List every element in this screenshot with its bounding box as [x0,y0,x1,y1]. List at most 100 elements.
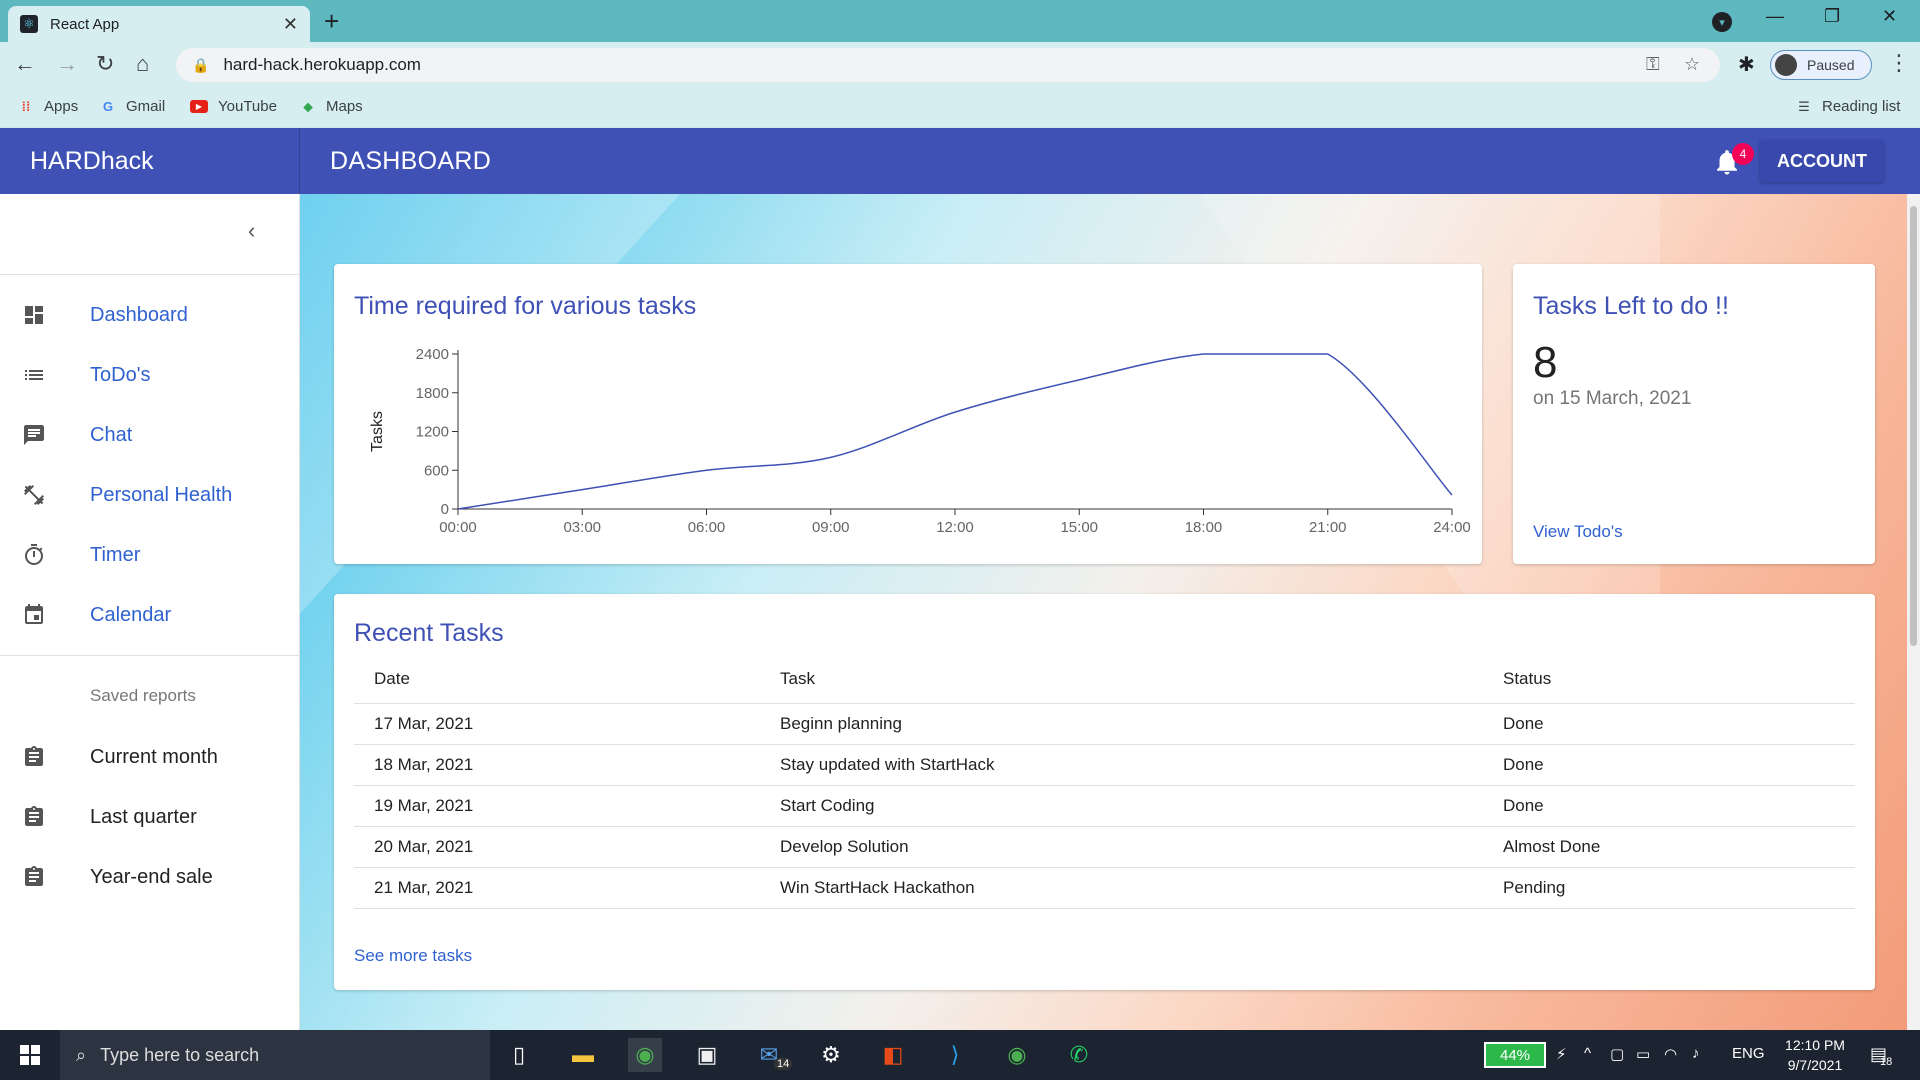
task-view-icon[interactable]: ▯ [502,1038,536,1072]
report-year-end-sale[interactable]: Year-end sale [0,851,300,903]
lock-icon: 🔒 [192,56,210,73]
cell-date: 17 Mar, 2021 [374,714,474,733]
apps-grid-icon: ⁞⁞ [21,99,31,114]
vscode-icon[interactable]: ⟩ [938,1038,972,1072]
back-icon[interactable]: ← [14,51,36,77]
cell-status: Pending [1503,878,1566,897]
bookmark-youtube[interactable]: ▶ YouTube [190,98,277,115]
y-tick-label: 0 [441,501,449,518]
tab-close-icon[interactable]: ✕ [283,14,298,35]
maps-pin-icon: ⬥ [303,98,313,114]
sidebar-item-personal-health[interactable]: Personal Health [0,469,300,521]
sidebar-item-label: Calendar [90,603,172,626]
x-tick-label: 21:00 [1309,519,1347,536]
sidebar-item-todos[interactable]: ToDo's [0,349,300,401]
profile-button[interactable]: Paused [1770,50,1872,80]
office-icon[interactable]: ◧ [876,1038,910,1072]
x-tick-label: 06:00 [688,519,726,536]
bookmarks-bar: ⁞⁞ Apps G Gmail ▶ YouTube ⬥ Maps ☰ Readi… [0,88,1920,128]
account-button[interactable]: ACCOUNT [1760,140,1884,182]
close-window-icon[interactable]: ✕ [1882,6,1897,27]
forward-icon[interactable]: → [56,51,78,77]
page-title: DASHBOARD [330,146,492,175]
tasks-left-date: on 15 March, 2021 [1533,388,1692,409]
url-text: hard-hack.herokuapp.com [223,55,421,74]
language-indicator[interactable]: ENG [1732,1045,1765,1062]
see-more-tasks-link[interactable]: See more tasks [354,946,472,966]
meet-now-icon[interactable]: ▢ [1610,1045,1624,1063]
report-current-month[interactable]: Current month [0,731,300,783]
google-icon: G [102,99,114,114]
clock-date: 9/7/2021 [1787,1057,1843,1073]
browser-tab[interactable]: ⚛ React App ✕ [8,6,310,42]
minimize-icon[interactable]: — [1766,6,1784,27]
new-tab-icon[interactable]: + [324,6,339,37]
cell-task: Start Coding [780,796,875,815]
x-tick-label: 00:00 [439,519,477,536]
cell-date: 18 Mar, 2021 [374,755,474,774]
cell-task: Beginn planning [780,714,902,733]
whatsapp-icon[interactable]: ✆ [1062,1038,1096,1072]
reload-icon[interactable]: ↻ [96,51,114,77]
bookmark-maps[interactable]: ⬥ Maps [300,98,362,115]
view-todos-link[interactable]: View Todo's [1533,522,1623,542]
collapse-sidebar-chevron-left-icon[interactable]: ‹ [248,218,255,244]
table-row: 18 Mar, 2021 Stay updated with StartHack… [354,745,1855,786]
windows-taskbar: ⌕ Type here to search ▯ ▬ ◉ ▣ ✉ 14 ⚙ ◧ ⟩… [0,1030,1920,1080]
scrollbar-thumb[interactable] [1910,206,1917,646]
browser-menu-icon[interactable]: ⋮ [1888,50,1910,76]
cell-status: Done [1503,796,1544,815]
system-clock[interactable]: 12:10 PM 9/7/2021 [1780,1035,1850,1075]
cell-status: Done [1503,755,1544,774]
cell-date: 21 Mar, 2021 [374,878,474,897]
extensions-icon[interactable]: ✱ [1738,52,1755,77]
file-explorer-icon[interactable]: ▬ [566,1038,600,1072]
bookmark-apps[interactable]: ⁞⁞ Apps [18,98,79,115]
address-bar[interactable]: 🔒 hard-hack.herokuapp.com ⚿ ☆ [176,48,1720,82]
tab-title: React App [50,15,120,33]
tasks-left-count: 8 [1533,338,1558,387]
reading-list-icon: ☰ [1798,98,1810,114]
tasks-left-title: Tasks Left to do !! [1533,292,1729,320]
x-tick-label: 12:00 [936,519,974,536]
bookmark-star-icon[interactable]: ☆ [1684,54,1700,75]
volume-icon[interactable]: ♪ [1692,1045,1700,1062]
timer-icon [0,543,90,567]
sidebar-item-dashboard[interactable]: Dashboard [0,289,300,341]
wifi-icon[interactable]: ◠ [1664,1045,1677,1063]
restore-icon[interactable]: ❐ [1824,6,1840,27]
tab-search-icon[interactable]: ▾ [1712,12,1732,32]
fitness-icon [0,483,90,507]
x-tick-label: 09:00 [812,519,850,536]
chrome-profile-icon[interactable]: ◉ [1000,1038,1034,1072]
report-last-quarter[interactable]: Last quarter [0,791,300,843]
password-key-icon[interactable]: ⚿ [1646,54,1660,75]
sidebar-item-label: Chat [90,423,133,446]
sidebar-item-chat[interactable]: Chat [0,409,300,461]
battery-tray-icon[interactable]: ▭ [1636,1045,1650,1063]
chat-icon [0,423,90,447]
sidebar-item-calendar[interactable]: Calendar [0,589,300,641]
windows-start-icon[interactable] [0,1030,60,1080]
reading-list-button[interactable]: ☰ Reading list [1796,98,1900,115]
bookmark-gmail[interactable]: G Gmail [100,98,165,115]
sidebar-item-timer[interactable]: Timer [0,529,300,581]
store-icon[interactable]: ▣ [690,1038,724,1072]
tray-chevron-up-icon[interactable]: ^ [1584,1045,1591,1062]
clipboard-icon [0,805,90,829]
react-favicon-icon: ⚛ [20,15,38,33]
report-label: Last quarter [90,805,197,828]
notification-badge: 4 [1732,143,1754,165]
battery-indicator[interactable]: 44% [1484,1042,1546,1068]
reading-list-label: Reading list [1822,98,1901,115]
settings-gear-icon[interactable]: ⚙ [814,1038,848,1072]
page-scrollbar[interactable] [1907,194,1920,1030]
cell-date: 20 Mar, 2021 [374,837,474,856]
y-axis-label: Tasks [369,411,386,452]
saved-reports-heading: Saved reports [90,686,196,705]
taskbar-search-box[interactable]: ⌕ Type here to search [60,1030,490,1080]
home-icon[interactable]: ⌂ [136,51,149,77]
chrome-icon[interactable]: ◉ [628,1038,662,1072]
recent-tasks-card: Recent Tasks Date Task Status 17 Mar, 20… [334,594,1875,990]
line-chart: 0 600 1200 1800 2400 00:00 03:00 06:00 09:00 12:0… [369,346,1471,536]
